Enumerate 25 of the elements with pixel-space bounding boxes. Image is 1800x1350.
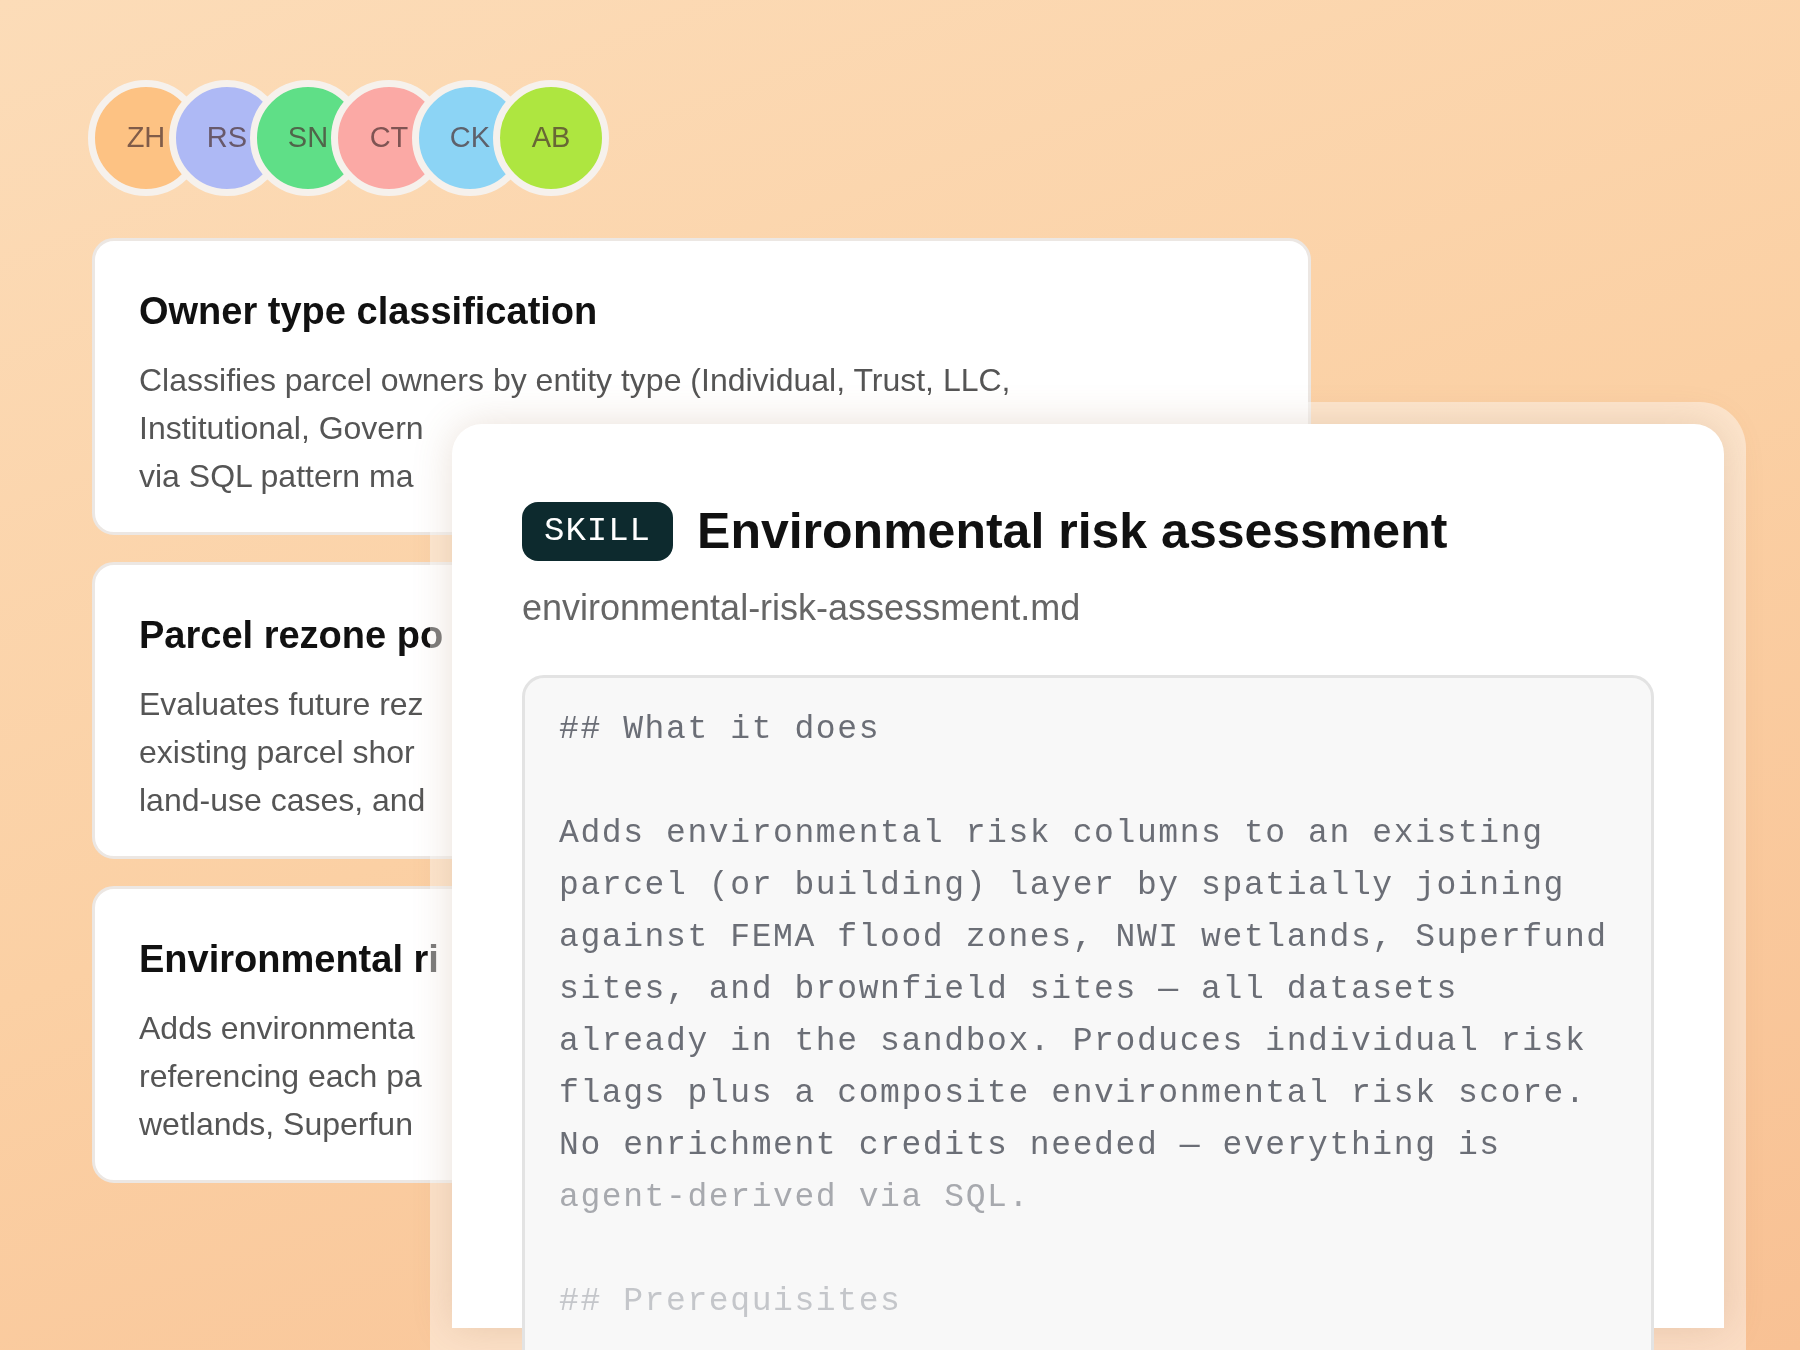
card-description-line: via SQL pattern ma <box>139 457 414 496</box>
markdown-line: against FEMA flood zones, NWI wetlands, Superfund <box>559 918 1608 958</box>
card-description-line: Adds environmenta <box>139 1009 415 1048</box>
markdown-line: No enrichment credits needed — everything is <box>559 1126 1501 1166</box>
markdown-line: sites, and brownfield sites — all datasets <box>559 970 1458 1010</box>
markdown-line: Adds environmental risk columns to an existing <box>559 814 1544 854</box>
card-description-line: wetlands, Superfun <box>139 1105 413 1144</box>
card-description-line: Institutional, Govern <box>139 409 424 448</box>
card-title: Owner type classification <box>139 289 598 334</box>
markdown-line: parcel (or building) layer by spatially joining <box>559 866 1565 906</box>
card-description-line: land-use cases, and <box>139 781 426 820</box>
card-description-line: Classifies parcel owners by entity type (Individual, Trust, LLC, <box>139 361 1011 400</box>
markdown-heading: ## What it does <box>559 710 881 750</box>
markdown-line: agent-derived via SQL. <box>559 1178 1030 1218</box>
skill-title: Environmental risk assessment <box>697 502 1448 561</box>
markdown-line: already in the sandbox. Produces individual risk <box>559 1022 1587 1062</box>
skill-tag: SKILL <box>522 502 674 561</box>
card-description-line: Evaluates future rez <box>139 685 424 724</box>
card-description-line: referencing each pa <box>139 1057 422 1096</box>
avatar: AB <box>493 80 609 196</box>
markdown-line: flags plus a composite environmental risk score. <box>559 1074 1587 1114</box>
card-description-line: existing parcel shor <box>139 733 415 772</box>
card-title: Parcel rezone po <box>139 613 444 658</box>
card-title: Environmental ri <box>139 937 439 982</box>
file-name: environmental-risk-assessment.md <box>522 586 1082 630</box>
